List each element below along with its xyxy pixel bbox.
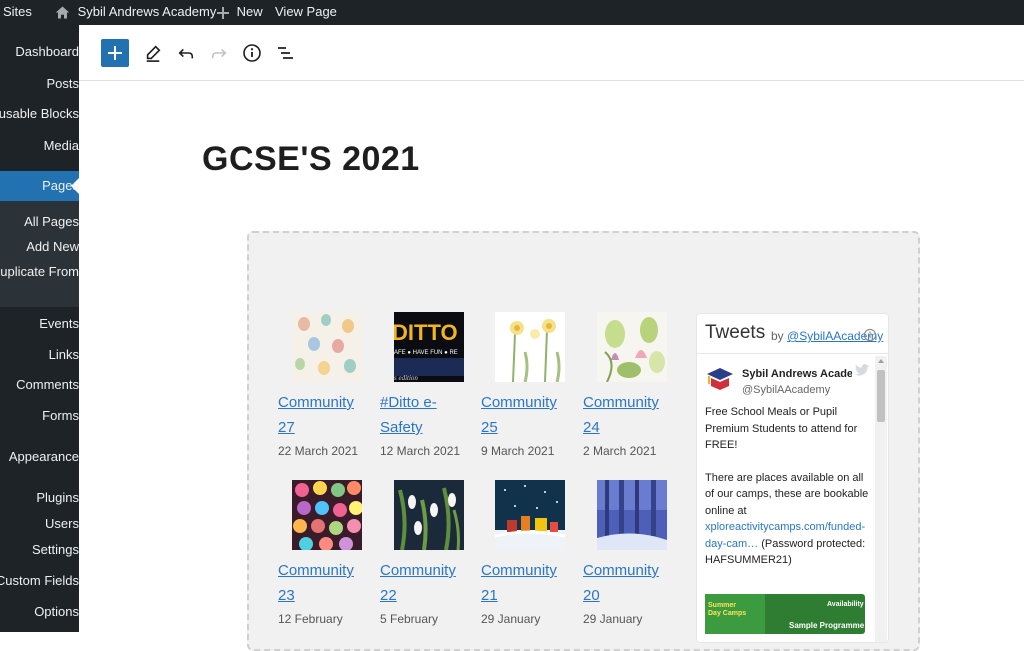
post-thumbnail[interactable] — [597, 312, 667, 382]
scroll-up-arrow-icon[interactable] — [878, 358, 884, 364]
sidebar-item-events[interactable]: Events — [0, 313, 79, 335]
post-thumbnail[interactable] — [495, 480, 565, 550]
page-title[interactable]: GCSE'S 2021 — [202, 140, 420, 179]
twitter-timeline-widget: Tweets by @SybilAAcademy Sybil Andrews A… — [696, 313, 889, 643]
editor-toolbar — [79, 25, 1024, 81]
list-view-button[interactable] — [271, 39, 299, 67]
sidebar-item-plugins[interactable]: Plugins — [0, 487, 79, 509]
site-name-label: Sybil Andrews Academy — [77, 4, 217, 19]
tweet-image-caption: Sample Programme — [789, 621, 865, 630]
post-thumbnail[interactable] — [394, 480, 464, 550]
plus-icon — [217, 6, 229, 19]
sidebar-item-settings[interactable]: Settings — [0, 539, 79, 561]
post-thumbnail[interactable] — [495, 312, 565, 382]
details-button[interactable] — [238, 39, 266, 67]
pencil-icon — [146, 45, 161, 62]
view-page-link[interactable]: View Page — [275, 0, 337, 25]
post-title-link[interactable]: Community 27 — [278, 390, 373, 440]
undo-button[interactable] — [172, 39, 200, 67]
post-date: 12 February — [278, 612, 343, 626]
redo-button[interactable] — [205, 39, 233, 67]
post-thumbnail[interactable]: DITTO AFE ● HAVE FUN ● RE s edition — [394, 312, 464, 382]
post-title-link[interactable]: Community 23 — [278, 558, 373, 608]
post-date: 22 March 2021 — [278, 444, 359, 458]
tweet-paragraph: There are places available on all of our… — [705, 471, 869, 517]
post-title-link[interactable]: Community 21 — [481, 558, 576, 608]
sidebar-item-media[interactable]: Media — [0, 135, 79, 157]
post-thumbnail[interactable] — [597, 480, 667, 550]
info-icon[interactable] — [863, 328, 877, 342]
sidebar-item-users[interactable]: Users — [0, 513, 79, 535]
home-icon — [55, 6, 70, 19]
scrollbar-thumb[interactable] — [877, 370, 885, 422]
post-title-link[interactable]: #Ditto e-Safety — [380, 390, 475, 440]
info-icon — [243, 44, 261, 62]
post-title-link[interactable]: Community 22 — [380, 558, 475, 608]
tools-button[interactable] — [139, 39, 167, 67]
plus-icon — [108, 46, 122, 60]
site-name-link[interactable]: Sybil Andrews Academy — [55, 0, 216, 25]
sidebar-item-add-new[interactable]: Add New — [0, 236, 79, 258]
post-date: 29 January — [481, 612, 541, 626]
tweet-image-caption: Availability — [827, 601, 864, 608]
post-title-link[interactable]: Community 24 — [583, 390, 678, 440]
new-label: New — [236, 4, 263, 19]
tweet-author-name[interactable]: Sybil Andrews Academy — [742, 366, 852, 383]
sidebar-item-appearance[interactable]: Appearance — [0, 446, 79, 468]
ditto-logo-text: DITTO — [394, 320, 458, 345]
tweet-paragraph: Free School Meals or Pupil Premium Stude… — [705, 406, 858, 451]
list-view-icon — [278, 47, 293, 59]
tweet-text: Free School Meals or Pupil Premium Stude… — [705, 404, 873, 569]
post-date: 2 March 2021 — [583, 444, 657, 458]
twitter-widget-header: Tweets by @SybilAAcademy — [697, 314, 888, 354]
post-thumbnail[interactable] — [292, 480, 362, 550]
admin-bar: My Sites Sybil Andrews Academy New View … — [0, 0, 1024, 25]
sidebar-item-all-pages[interactable]: All Pages — [0, 211, 79, 233]
sidebar-item-posts[interactable]: Posts — [0, 73, 79, 95]
sidebar-item-options[interactable]: Options — [0, 601, 79, 623]
my-sites-label: My Sites — [0, 4, 32, 19]
sidebar-item-custom-fields[interactable]: Custom Fields — [0, 570, 79, 592]
post-date: 5 February — [380, 612, 439, 626]
post-date: 9 March 2021 — [481, 444, 555, 458]
sidebar-item-forms[interactable]: Forms — [0, 405, 79, 427]
post-date: 29 January — [583, 612, 643, 626]
sidebar-item-reusable-blocks[interactable]: Reusable Blocks — [0, 103, 79, 125]
ditto-edition-text: s edition — [394, 374, 418, 382]
tweet-author-handle[interactable]: @SybilAAcademy — [742, 382, 830, 399]
my-sites-link[interactable]: My Sites — [0, 0, 32, 25]
twitter-bird-icon[interactable] — [855, 364, 869, 376]
redo-icon — [211, 48, 227, 59]
academy-logo-icon[interactable] — [705, 366, 735, 392]
sidebar-item-comments[interactable]: Comments — [0, 374, 79, 396]
new-content-link[interactable]: New — [217, 0, 263, 25]
sidebar-item-duplicate-from[interactable]: Duplicate From — [0, 261, 79, 283]
admin-sidebar: Dashboard Posts Reusable Blocks Media Pa… — [0, 25, 79, 632]
tweet-image-caption: Summer Day Camps — [708, 602, 747, 617]
twitter-by-label: by — [771, 329, 784, 343]
post-thumbnail[interactable] — [292, 312, 362, 382]
sidebar-item-pages[interactable]: Pages — [0, 175, 79, 197]
post-date: 12 March 2021 — [380, 444, 461, 458]
undo-icon — [178, 48, 194, 59]
post-title-link[interactable]: Community 25 — [481, 390, 576, 440]
twitter-widget-title: Tweets — [705, 322, 766, 343]
tweet-image[interactable]: Summer Day Camps Availability Sample Pro… — [705, 594, 865, 634]
ditto-tagline-text: AFE ● HAVE FUN ● RE — [394, 350, 458, 356]
post-title-link[interactable]: Community 20 — [583, 558, 678, 608]
view-page-label: View Page — [275, 4, 337, 19]
add-block-button[interactable] — [101, 39, 129, 67]
twitter-scrollbar[interactable] — [875, 356, 887, 642]
sidebar-item-links[interactable]: Links — [0, 344, 79, 366]
sidebar-item-dashboard[interactable]: Dashboard — [0, 41, 79, 63]
